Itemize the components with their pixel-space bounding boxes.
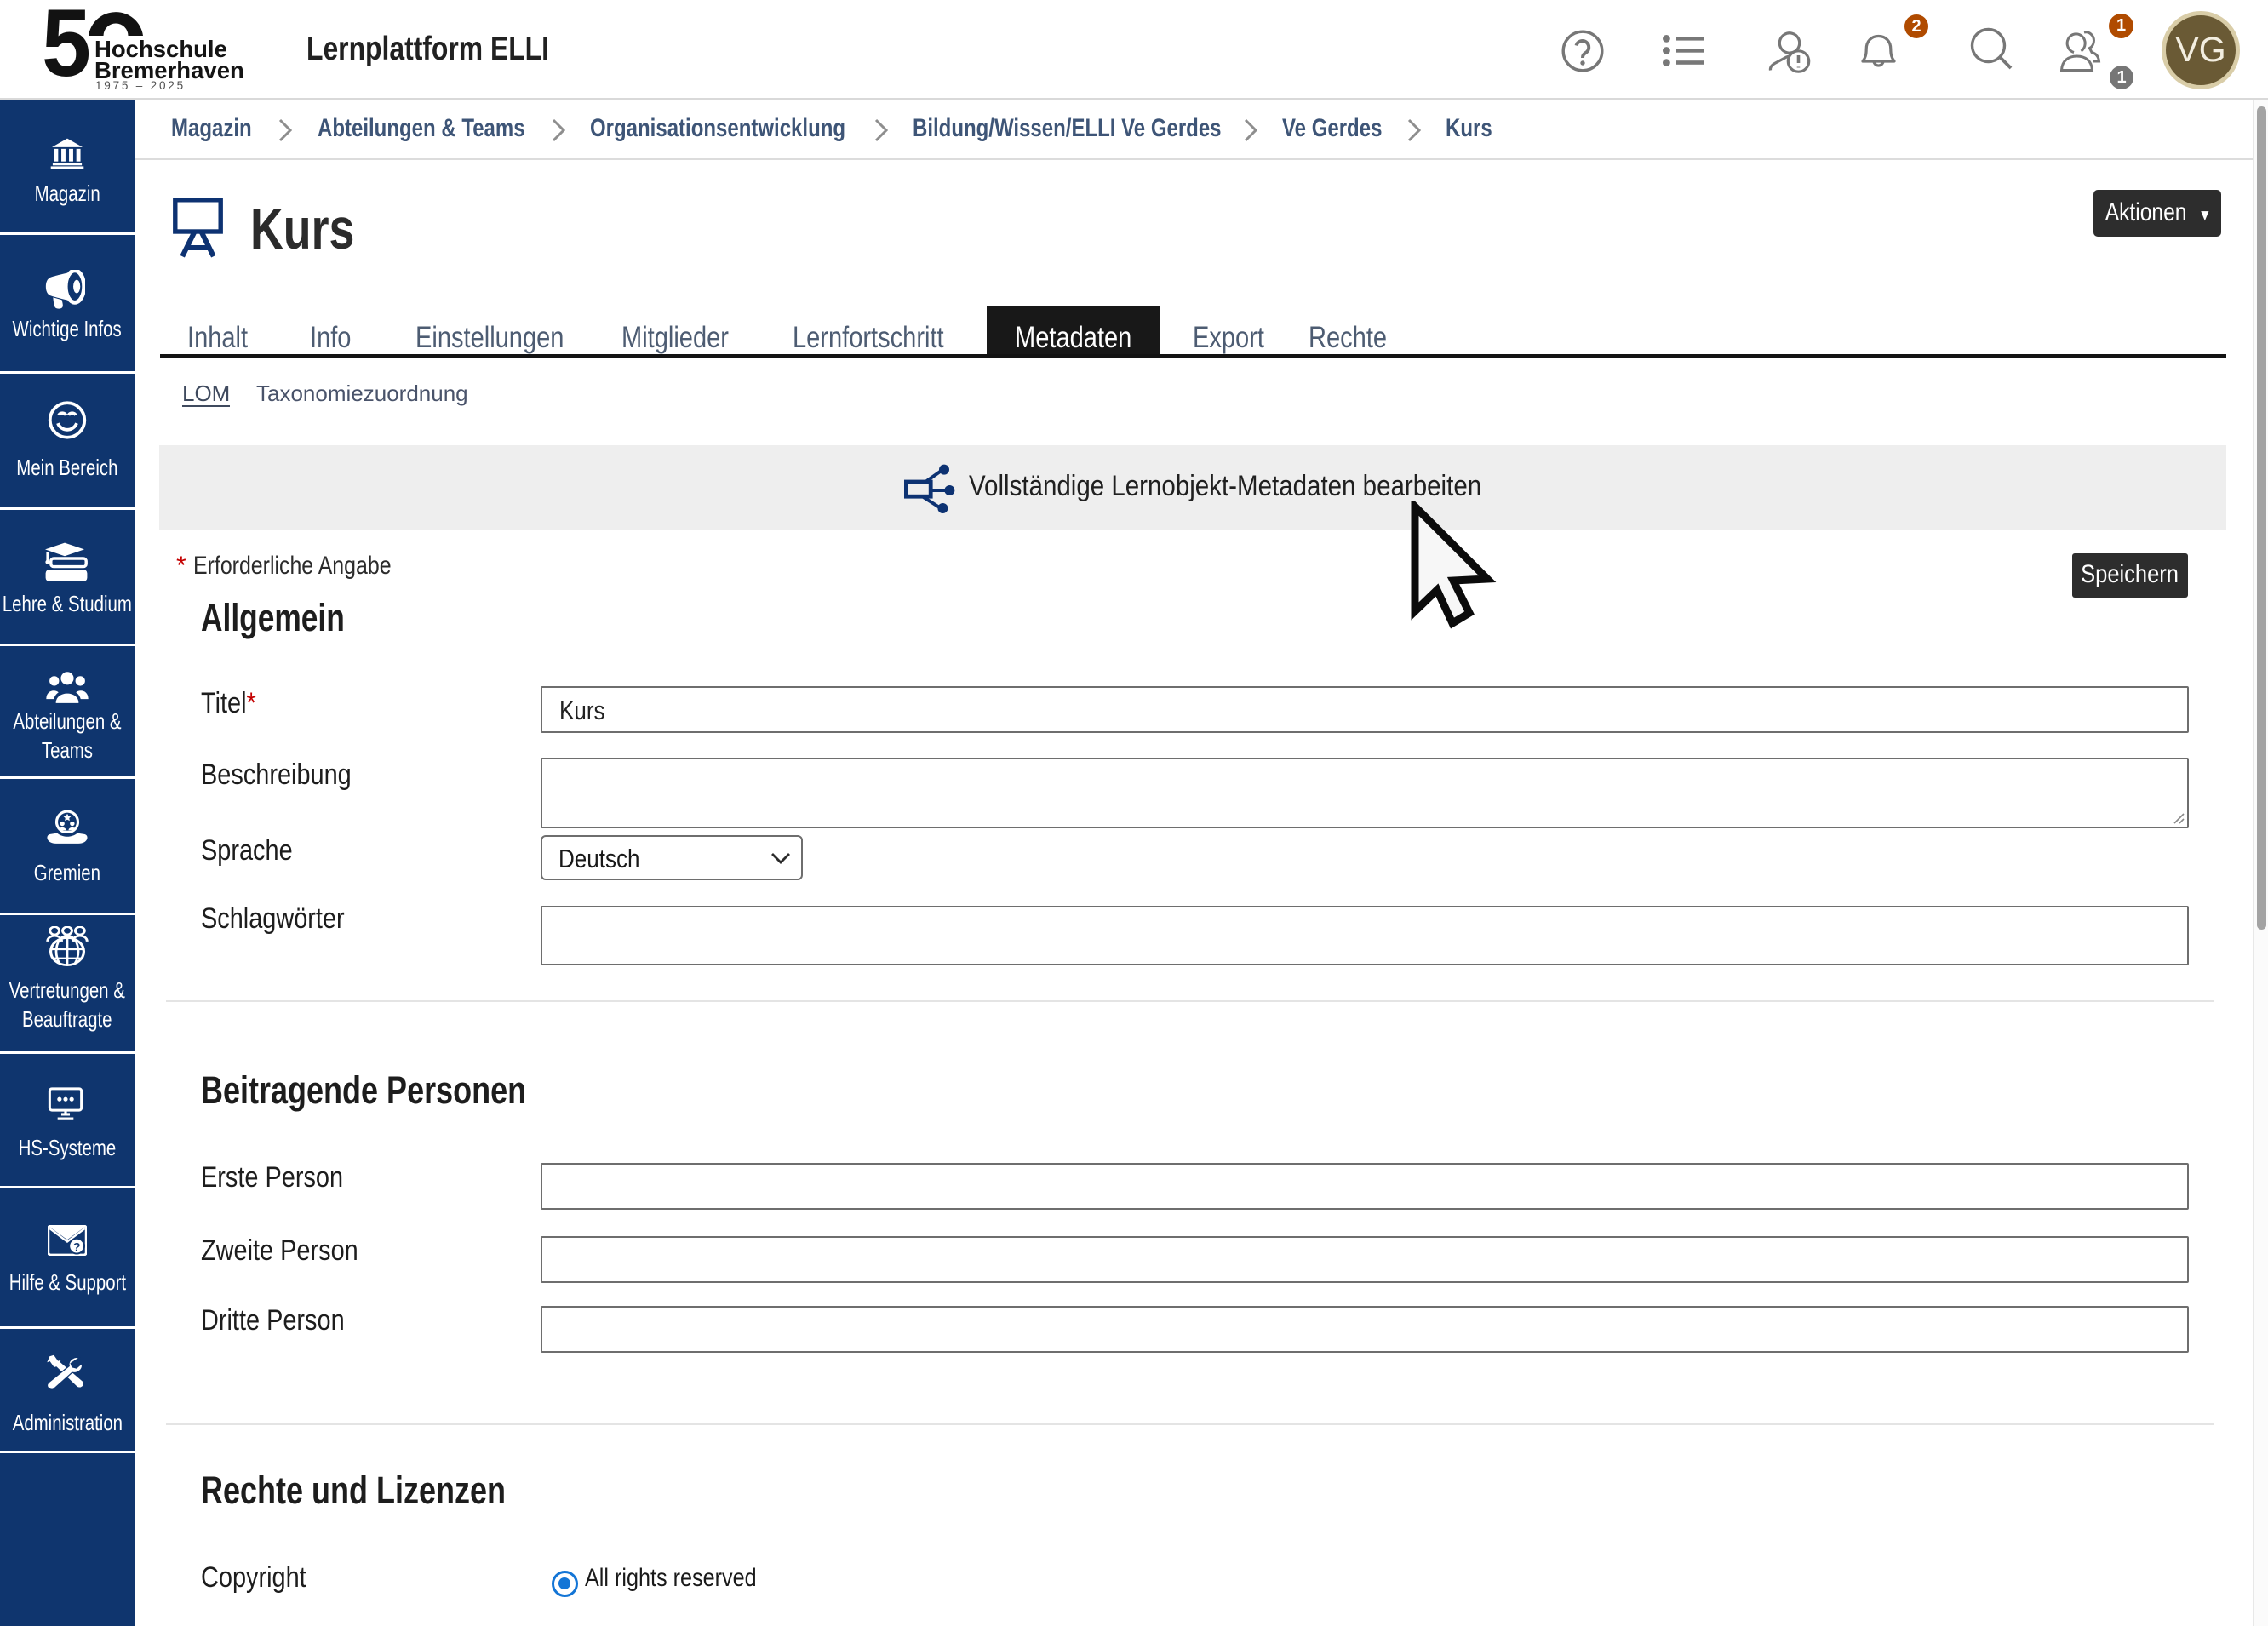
svg-text:?: ? xyxy=(73,1240,81,1253)
